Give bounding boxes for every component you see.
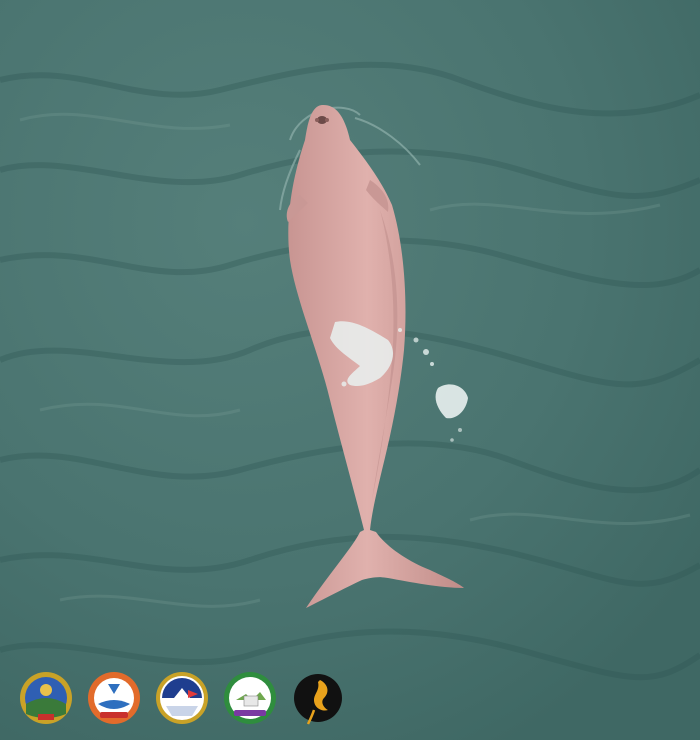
emblem-1-icon xyxy=(20,672,72,724)
emblem-3-icon xyxy=(156,672,208,724)
water-scene xyxy=(0,0,700,740)
aerial-photo xyxy=(0,0,700,740)
emblem-2-icon xyxy=(88,672,140,724)
emblem-5-icon xyxy=(294,674,342,725)
partner-logos xyxy=(18,670,346,726)
emblem-4-icon xyxy=(224,672,276,724)
